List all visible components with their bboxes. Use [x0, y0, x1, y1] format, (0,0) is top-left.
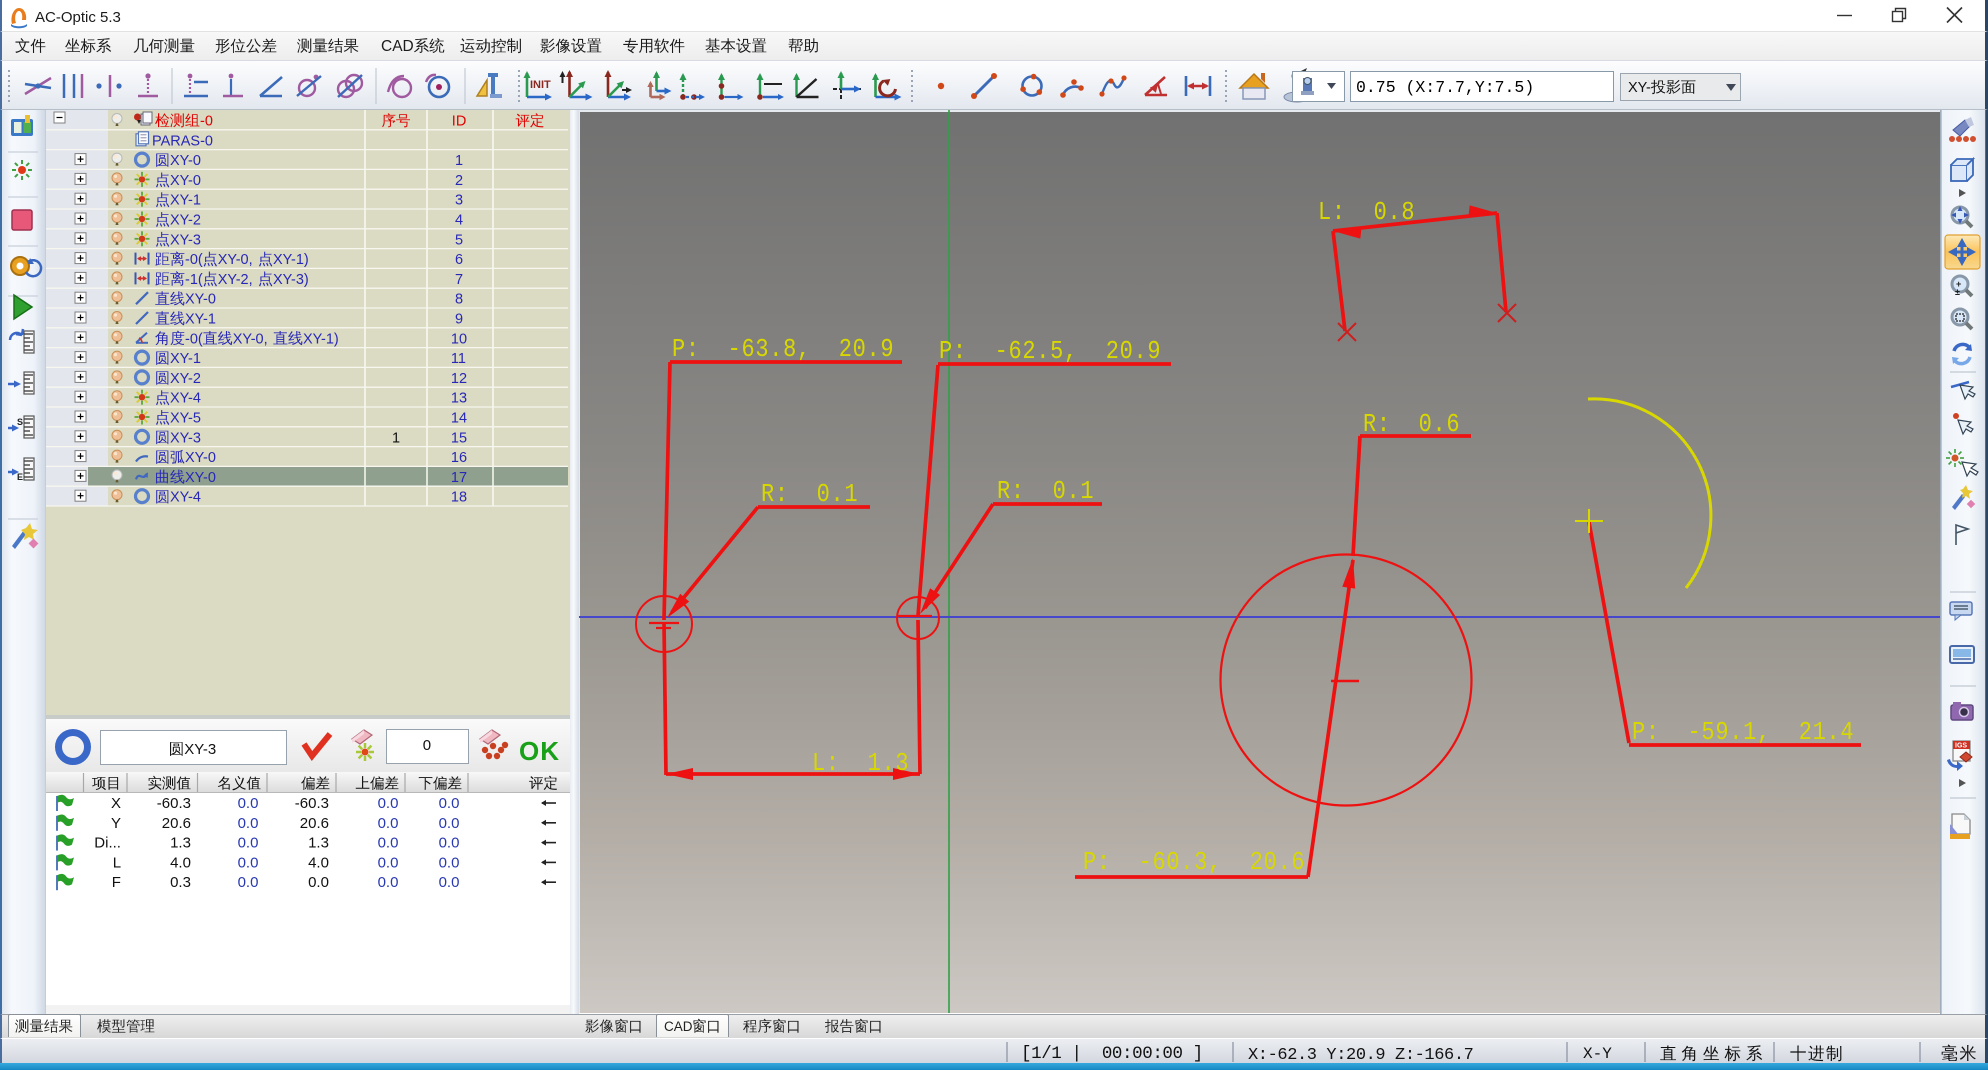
svg-text:0.0: 0.0 — [238, 835, 259, 852]
svg-text:CAD: CAD — [664, 1019, 693, 1034]
svg-text:XY-0,: XY-0, — [218, 252, 257, 268]
svg-text:CAD: CAD — [381, 38, 414, 55]
svg-text:4.0: 4.0 — [170, 854, 191, 871]
svg-text:XY-4: XY-4 — [170, 391, 201, 407]
svg-text:XY-0: XY-0 — [170, 173, 201, 189]
svg-text:INIT: INIT — [530, 79, 551, 91]
svg-text:AC-Optic 5.3: AC-Optic 5.3 — [35, 9, 121, 26]
svg-text:0.0: 0.0 — [238, 815, 259, 832]
svg-text:F: F — [112, 874, 121, 891]
svg-text:XY-2: XY-2 — [170, 213, 201, 229]
svg-text:17: 17 — [451, 470, 467, 486]
svg-text:XY-2: XY-2 — [170, 371, 201, 387]
svg-text:0.0: 0.0 — [238, 795, 259, 812]
svg-text:S: S — [17, 417, 23, 427]
svg-text:6: 6 — [455, 252, 463, 268]
svg-text:XY-1: XY-1 — [170, 351, 201, 367]
svg-text:-0: -0 — [200, 114, 213, 130]
svg-text:10: 10 — [451, 331, 467, 347]
svg-text:0.3: 0.3 — [170, 874, 191, 891]
svg-text:XY-4: XY-4 — [170, 490, 201, 506]
svg-text:-60.3: -60.3 — [295, 795, 329, 812]
svg-text:7: 7 — [455, 272, 463, 288]
svg-text:0: 0 — [423, 737, 431, 754]
svg-text:X: X — [111, 795, 121, 812]
svg-text:1.3: 1.3 — [308, 835, 329, 852]
svg-text:8: 8 — [455, 292, 463, 308]
svg-text:1: 1 — [455, 153, 463, 169]
svg-text:0.0: 0.0 — [238, 854, 259, 871]
svg-text:XY-3: XY-3 — [170, 232, 201, 248]
svg-text:0.0: 0.0 — [378, 795, 399, 812]
svg-text:XY-0: XY-0 — [170, 153, 201, 169]
svg-text:20.6: 20.6 — [162, 815, 191, 832]
svg-text:0.0: 0.0 — [378, 815, 399, 832]
svg-text:-1(: -1( — [185, 272, 203, 288]
svg-text:15: 15 — [451, 430, 467, 446]
svg-text:13: 13 — [451, 391, 467, 407]
svg-text:[1/1 | 00:00:00 ]: [1/1 | 00:00:00 ] — [1021, 1044, 1203, 1064]
svg-text:-0(: -0( — [185, 252, 203, 268]
svg-text:XY-2,: XY-2, — [218, 272, 257, 288]
svg-text:0.0: 0.0 — [378, 854, 399, 871]
svg-text:0.0: 0.0 — [308, 874, 329, 891]
svg-text:XY-0: XY-0 — [185, 470, 216, 486]
svg-text:X:-62.3 Y:20.9 Z:-166.7: X:-62.3 Y:20.9 Z:-166.7 — [1248, 1046, 1473, 1065]
svg-text:Di...: Di... — [94, 835, 121, 852]
svg-text:3: 3 — [455, 193, 463, 209]
svg-text:XY-3): XY-3) — [273, 272, 309, 288]
svg-text:XY-3: XY-3 — [184, 741, 216, 758]
svg-text:0.0: 0.0 — [439, 835, 460, 852]
svg-text:XY-: XY- — [1628, 80, 1651, 96]
svg-text:E: E — [17, 472, 23, 482]
svg-text:12: 12 — [451, 371, 467, 387]
svg-text:0.0: 0.0 — [439, 854, 460, 871]
svg-text:XY-0: XY-0 — [185, 450, 216, 466]
svg-text:20.6: 20.6 — [300, 815, 329, 832]
svg-text:XY-0: XY-0 — [185, 292, 216, 308]
svg-text:4: 4 — [455, 213, 463, 229]
svg-text:IGS: IGS — [1955, 743, 1967, 750]
svg-text:±: ± — [1955, 287, 1960, 297]
svg-text:X-Y: X-Y — [1583, 1045, 1612, 1063]
svg-text:-60.3: -60.3 — [157, 795, 191, 812]
svg-text:XY-3: XY-3 — [170, 430, 201, 446]
svg-text:L: L — [113, 854, 121, 871]
svg-text:XY-5: XY-5 — [170, 411, 201, 427]
svg-text:2: 2 — [455, 173, 463, 189]
svg-text:0.0: 0.0 — [439, 874, 460, 891]
svg-text:XY-0,: XY-0, — [233, 331, 272, 347]
svg-text:XY-1): XY-1) — [303, 331, 339, 347]
svg-text:14: 14 — [451, 411, 467, 427]
svg-text:1.3: 1.3 — [170, 835, 191, 852]
svg-text:ID: ID — [452, 114, 467, 130]
svg-text:PARAS-0: PARAS-0 — [152, 133, 213, 149]
svg-text:4.0: 4.0 — [308, 854, 329, 871]
svg-text:-0(: -0( — [185, 331, 203, 347]
svg-text:16: 16 — [451, 450, 467, 466]
svg-text:1: 1 — [392, 430, 400, 446]
svg-text:0.0: 0.0 — [439, 795, 460, 812]
svg-text:XY-1): XY-1) — [273, 252, 309, 268]
svg-text:0.0: 0.0 — [378, 874, 399, 891]
svg-text:P: -60.3, 20.6: P: -60.3, 20.6 — [1083, 849, 1305, 878]
svg-text:0.75 (X:7.7,Y:7.5): 0.75 (X:7.7,Y:7.5) — [1356, 78, 1534, 97]
svg-text:0.0: 0.0 — [238, 874, 259, 891]
svg-text:L: 1.3: L: 1.3 — [812, 750, 909, 779]
svg-text:18: 18 — [451, 490, 467, 506]
svg-text:XY-1: XY-1 — [185, 312, 216, 328]
svg-text:0.0: 0.0 — [439, 815, 460, 832]
svg-text:5: 5 — [455, 232, 463, 248]
svg-text:Y: Y — [111, 815, 121, 832]
svg-text:XY-1: XY-1 — [170, 193, 201, 209]
svg-text:OK: OK — [519, 736, 560, 766]
svg-text:11: 11 — [451, 351, 466, 367]
svg-text:0.0: 0.0 — [378, 835, 399, 852]
svg-text:9: 9 — [455, 312, 463, 328]
